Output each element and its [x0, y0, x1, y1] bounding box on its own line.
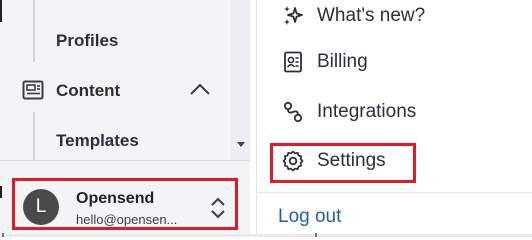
account-menu: What's new? Billing Integrations Setting…: [256, 0, 532, 237]
scroll-down-arrow-icon[interactable]: [237, 142, 245, 147]
edge-mark: [0, 186, 2, 198]
sidebar-item-content[interactable]: Content: [56, 81, 120, 101]
menu-item-billing[interactable]: Billing: [257, 40, 532, 84]
menu-item-label: Integrations: [317, 101, 417, 122]
menu-item-label: Settings: [317, 150, 386, 171]
user-email: hello@opensen...: [76, 212, 178, 227]
menu-item-label: Billing: [317, 51, 368, 72]
gear-icon: [282, 150, 304, 172]
avatar: L: [23, 189, 59, 225]
tree-line: [33, 112, 35, 160]
chevron-up-down-icon: [211, 197, 225, 219]
tree-line: [33, 0, 35, 62]
edge-mark: [0, 0, 2, 22]
menu-item-settings[interactable]: Settings: [257, 139, 532, 183]
divider: [257, 192, 532, 193]
sidebar-item-templates[interactable]: Templates: [56, 131, 139, 151]
edge-mark: [2, 233, 4, 237]
divider: [0, 160, 250, 161]
chevron-up-icon[interactable]: [189, 82, 211, 96]
scrollbar[interactable]: [230, 0, 250, 160]
edge-mark: [315, 233, 317, 237]
content-icon: [22, 80, 44, 100]
sparkles-icon: [284, 6, 303, 25]
logout-link[interactable]: Log out: [278, 206, 341, 228]
user-name: Opensend: [76, 190, 155, 207]
integrations-icon: [283, 101, 303, 123]
menu-item-whats-new[interactable]: What's new?: [257, 0, 532, 38]
billing-icon: [284, 51, 302, 73]
menu-item-integrations[interactable]: Integrations: [257, 90, 532, 134]
menu-item-label: What's new?: [317, 5, 426, 26]
user-switcher[interactable]: L Opensend hello@opensen...: [12, 178, 238, 230]
sidebar-item-profiles[interactable]: Profiles: [56, 31, 118, 51]
bottom-edge: [0, 234, 532, 237]
sidebar: Profiles Content Templates L Opensend he…: [0, 0, 250, 237]
